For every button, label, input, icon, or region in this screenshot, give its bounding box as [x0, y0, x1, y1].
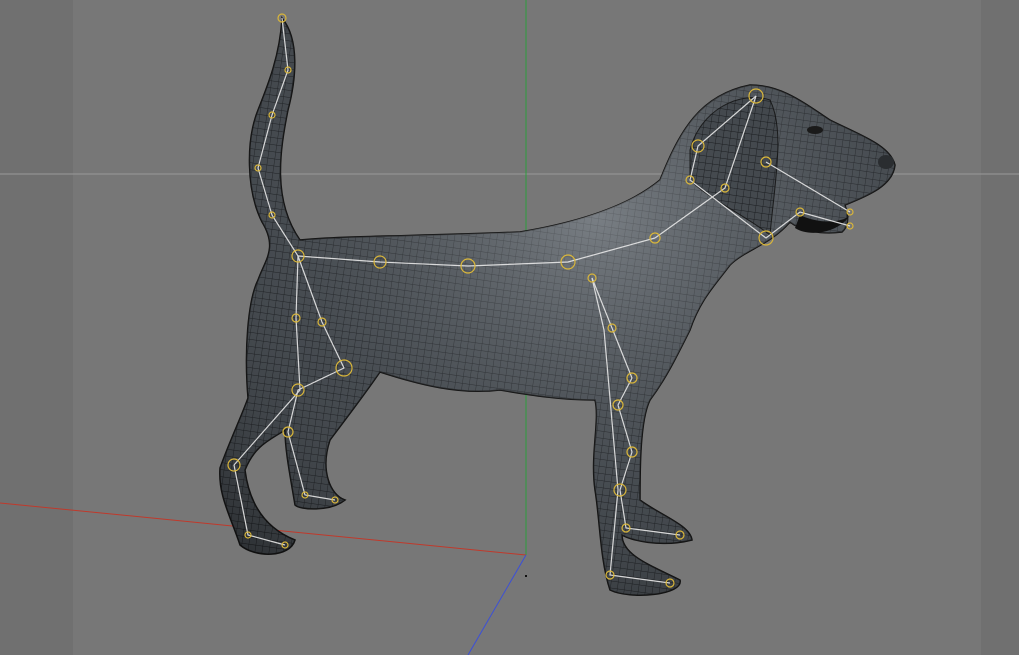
dog-nose	[878, 155, 894, 169]
dog-mesh-model[interactable]	[200, 0, 920, 620]
z-axis-line	[467, 554, 527, 655]
viewport-scene[interactable]	[0, 0, 1019, 655]
dog-eye	[807, 126, 823, 134]
3d-viewport[interactable]	[0, 0, 1019, 655]
world-origin-marker	[525, 575, 527, 577]
